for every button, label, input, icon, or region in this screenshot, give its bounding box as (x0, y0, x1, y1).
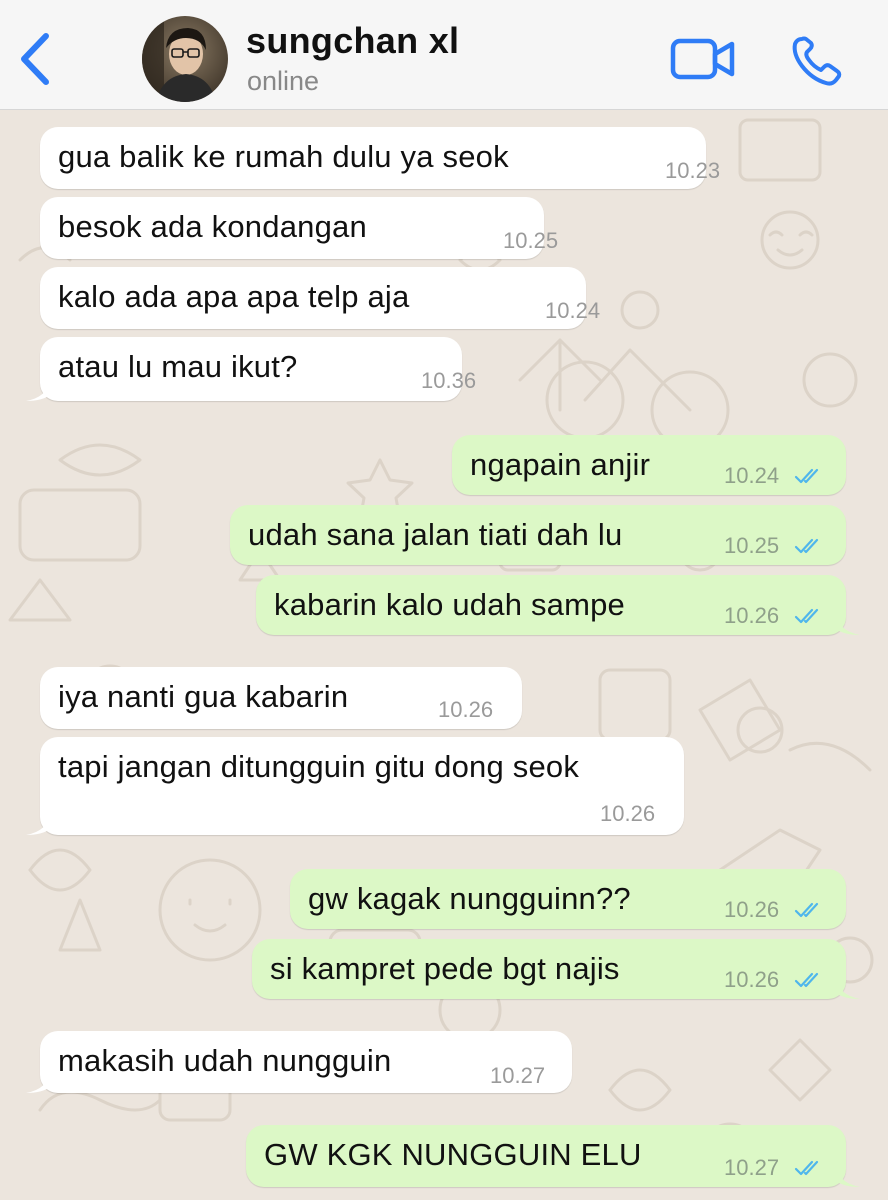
message-time: 10.26 (724, 967, 780, 992)
message-time: 10.23 (665, 158, 721, 183)
outgoing-message[interactable]: udah sana jalan tiati dah lu 10.25 (230, 505, 846, 565)
phone-icon (792, 36, 842, 86)
message-text: makasih udah nungguin (58, 1043, 392, 1078)
contact-name[interactable]: sungchan xl (246, 20, 459, 62)
message-time: 10.27 (724, 1155, 780, 1180)
outgoing-message[interactable]: kabarin kalo udah sampe 10.26 (256, 575, 860, 635)
message-time: 10.27 (490, 1063, 546, 1088)
message-time: 10.36 (421, 368, 477, 393)
outgoing-message[interactable]: GW KGK NUNGGUIN ELU 10.27 (246, 1125, 860, 1187)
message-time: 10.25 (503, 228, 559, 253)
outgoing-message[interactable]: si kampret pede bgt najis 10.26 (252, 939, 860, 999)
video-call-button[interactable] (670, 36, 736, 82)
read-receipt-icon (794, 902, 819, 918)
incoming-message[interactable]: kalo ada apa apa telp aja 10.24 (40, 267, 600, 329)
incoming-message[interactable]: besok ada kondangan 10.25 (40, 197, 558, 259)
bubble-tail (836, 613, 860, 635)
incoming-message[interactable]: gua balik ke rumah dulu ya seok 10.23 (40, 127, 720, 189)
chat-header: sungchan xl online (0, 0, 888, 110)
message-text: gua balik ke rumah dulu ya seok (58, 139, 509, 174)
message-time: 10.24 (545, 298, 601, 323)
bubble-tail (26, 379, 50, 401)
chat-area[interactable]: gua balik ke rumah dulu ya seok 10.23 beso… (0, 110, 888, 1200)
back-button[interactable] (14, 28, 58, 88)
voice-call-button[interactable] (790, 34, 844, 88)
bubble-tail (26, 1071, 50, 1093)
read-receipt-icon (794, 468, 819, 484)
incoming-message[interactable]: iya nanti gua kabarin 10.26 (40, 667, 522, 729)
message-text: kalo ada apa apa telp aja (58, 279, 410, 314)
message-time: 10.26 (724, 603, 780, 628)
outgoing-message[interactable]: gw kagak nungguinn?? 10.26 (290, 869, 846, 929)
read-receipt-icon (794, 1160, 819, 1176)
message-text: udah sana jalan tiati dah lu (248, 517, 623, 552)
read-receipt-icon (794, 538, 819, 554)
message-time: 10.26 (438, 697, 494, 722)
avatar[interactable] (142, 16, 228, 102)
message-time: 10.24 (724, 463, 780, 488)
avatar-photo (142, 16, 228, 102)
message-time: 10.25 (724, 533, 780, 558)
message-text: besok ada kondangan (58, 209, 367, 244)
message-text: ngapain anjir (470, 447, 651, 482)
contact-status: online (247, 66, 320, 96)
message-text: tapi jangan ditungguin gitu dong seok (58, 749, 580, 784)
message-text: atau lu mau ikut? (58, 349, 298, 384)
message-text: si kampret pede bgt najis (270, 951, 620, 986)
message-time: 10.26 (600, 801, 656, 826)
bubble-tail (836, 977, 860, 999)
outgoing-message[interactable]: ngapain anjir 10.24 (452, 435, 846, 495)
incoming-message[interactable]: atau lu mau ikut? 10.36 (26, 337, 476, 401)
read-receipt-icon (794, 972, 819, 988)
message-text: iya nanti gua kabarin (58, 679, 349, 714)
message-text: gw kagak nungguinn?? (308, 881, 631, 916)
chevron-left-icon (21, 33, 49, 85)
bubble-tail (26, 813, 50, 835)
message-time: 10.26 (724, 897, 780, 922)
incoming-message[interactable]: tapi jangan ditungguin gitu dong seok 10.… (26, 737, 684, 835)
message-text: kabarin kalo udah sampe (274, 587, 625, 622)
incoming-message[interactable]: makasih udah nungguin 10.27 (26, 1031, 572, 1093)
video-camera-icon (670, 38, 735, 80)
message-text: GW KGK NUNGGUIN ELU (264, 1137, 642, 1172)
read-receipt-icon (794, 608, 819, 624)
bubble-tail (836, 1165, 860, 1187)
